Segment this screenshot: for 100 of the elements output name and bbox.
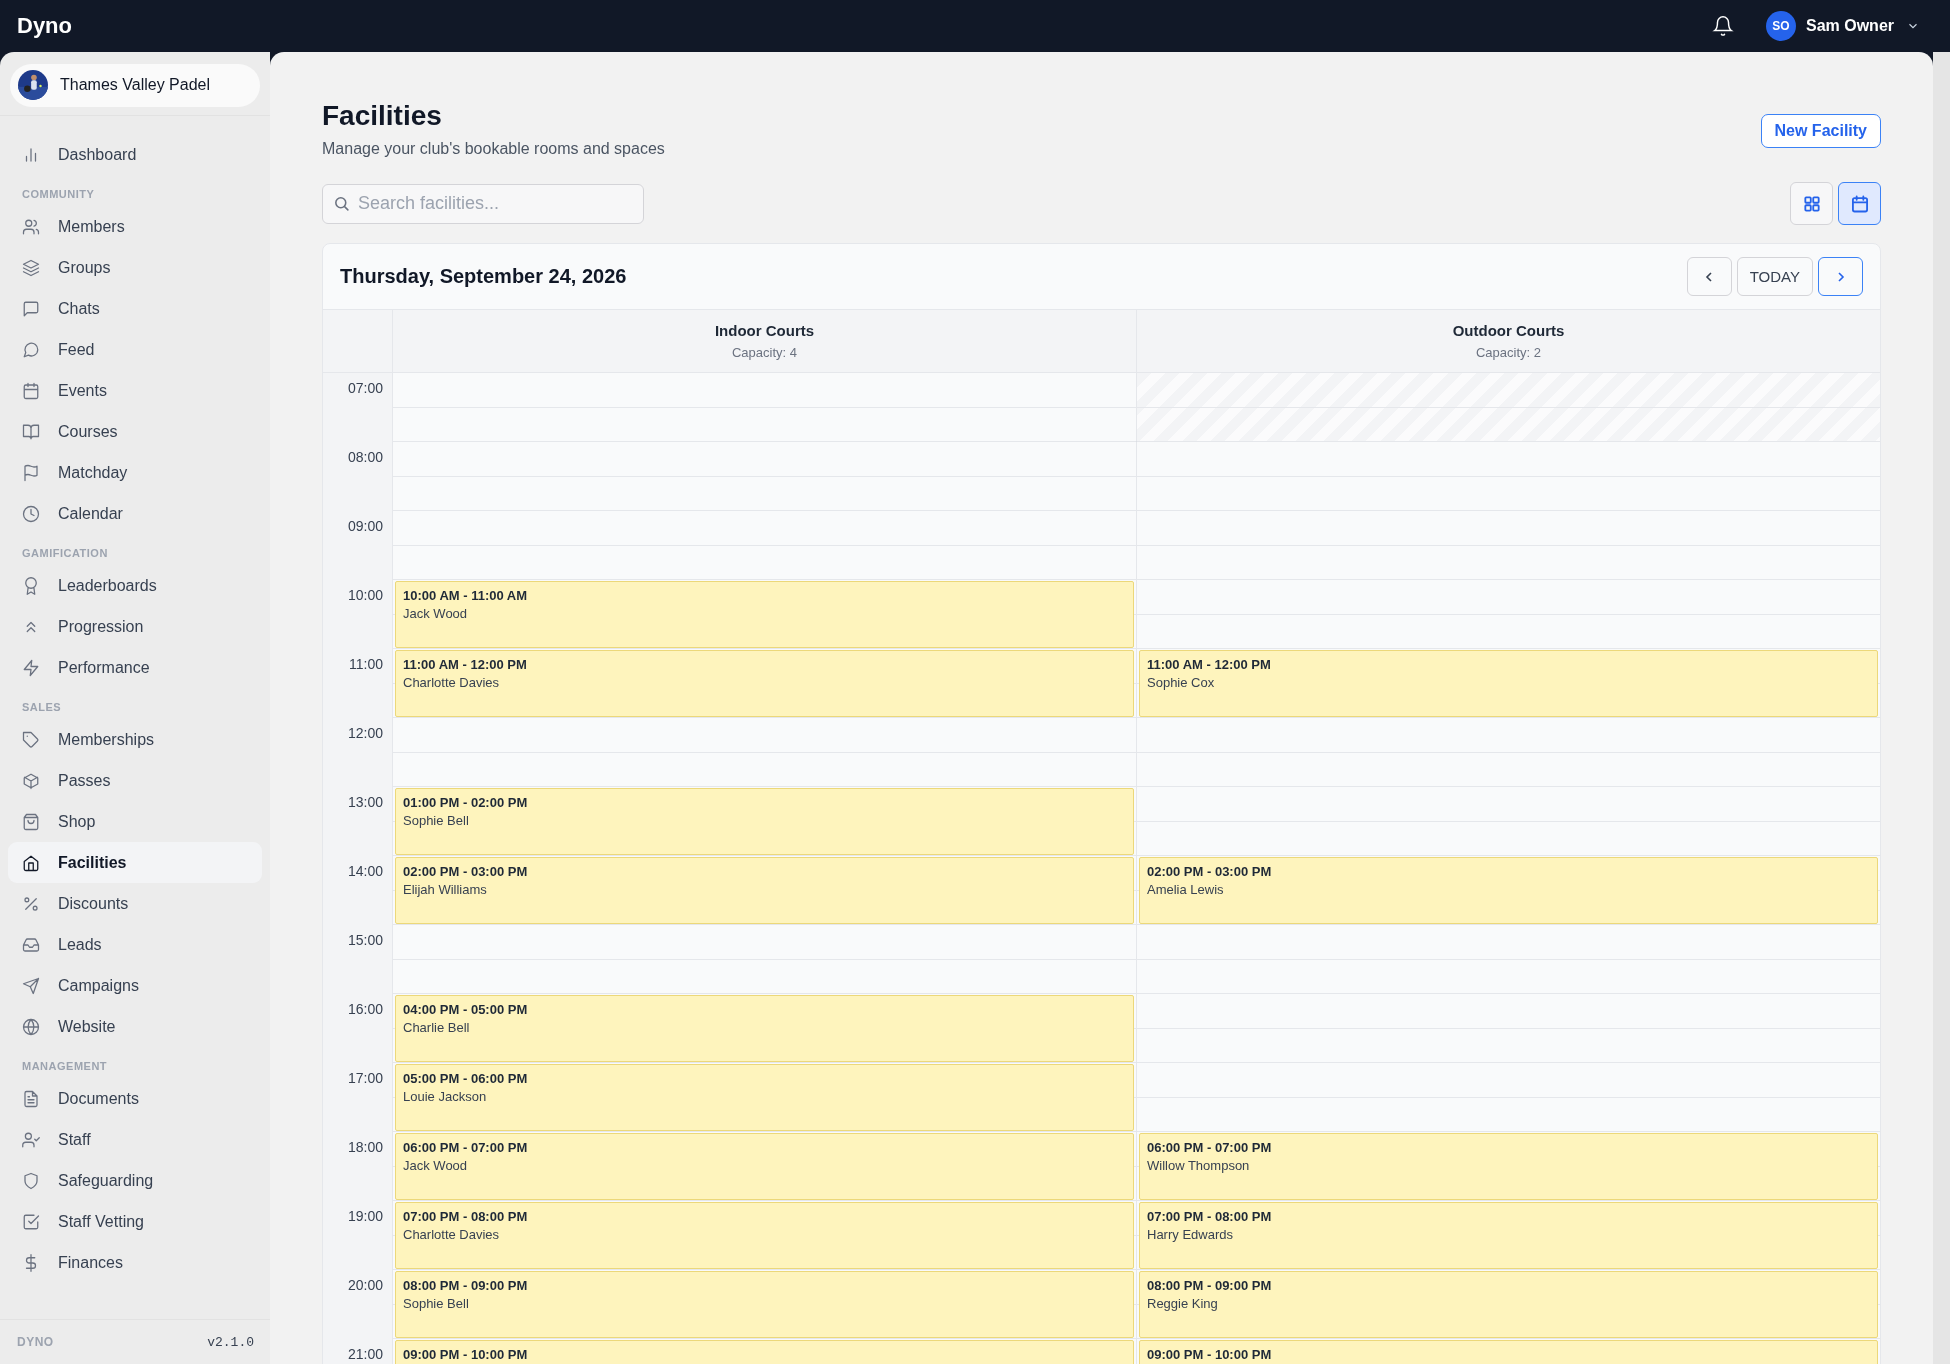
sidebar-item[interactable]: Website <box>8 1006 262 1047</box>
sidebar-item[interactable]: Calendar <box>8 493 262 534</box>
booking-time: 07:00 PM - 08:00 PM <box>1147 1209 1272 1224</box>
time-label: 11:00 <box>323 649 392 718</box>
time-label: 20:00 <box>323 1270 392 1339</box>
booking-member: Reggie King <box>1147 1296 1218 1311</box>
sidebar-item[interactable]: Groups <box>8 247 262 288</box>
time-slot[interactable] <box>392 442 1136 511</box>
booking-member: Willow Thompson <box>1147 1158 1250 1173</box>
notification-bell-icon[interactable] <box>1711 15 1734 37</box>
speech-bubble-icon <box>22 340 40 359</box>
user-avatar[interactable]: SO <box>1765 11 1796 41</box>
sidebar-item[interactable]: Dashboard <box>8 134 262 175</box>
today-button[interactable]: TODAY <box>1736 257 1813 296</box>
booking-member: Amelia Lewis <box>1147 882 1224 897</box>
booking-member: Sophie Bell <box>403 1296 469 1311</box>
booking-member: Sophie Cox <box>1147 675 1215 690</box>
sidebar-item[interactable]: Shop <box>8 801 262 842</box>
time-slot[interactable] <box>1136 787 1880 856</box>
time-label: 15:00 <box>323 925 392 994</box>
calendar-view-button[interactable] <box>1838 182 1881 225</box>
inbox-icon <box>22 935 40 954</box>
tag-icon <box>22 730 40 749</box>
time-slot[interactable] <box>392 718 1136 787</box>
sidebar-item[interactable]: Facilities <box>8 842 262 883</box>
booking-time: 07:00 PM - 08:00 PM <box>403 1209 528 1224</box>
time-slot[interactable] <box>1136 718 1880 787</box>
time-slot[interactable] <box>1136 442 1880 511</box>
time-label: 14:00 <box>323 856 392 925</box>
shopping-bag-icon <box>22 812 40 831</box>
sidebar-item[interactable]: Courses <box>8 411 262 452</box>
booking-member: Sophie Bell <box>403 813 469 828</box>
time-slot[interactable] <box>1136 580 1880 649</box>
organization-switcher[interactable]: Thames Valley Padel <box>10 64 260 107</box>
booking-time: 08:00 PM - 09:00 PM <box>403 1278 528 1293</box>
search-field[interactable]: Search facilities... <box>322 183 644 224</box>
new-facility-button[interactable]: New Facility <box>1760 114 1881 148</box>
sidebar-item[interactable]: Campaigns <box>8 965 262 1006</box>
sidebar-item[interactable]: Feed <box>8 329 262 370</box>
award-icon <box>22 576 40 595</box>
time-slot[interactable] <box>392 925 1136 994</box>
document-icon <box>22 1089 40 1108</box>
sidebar-item[interactable]: Passes <box>8 760 262 801</box>
booking-time: 08:00 PM - 09:00 PM <box>1147 1278 1272 1293</box>
booking-time: 09:00 PM - 10:00 PM <box>403 1347 528 1362</box>
send-icon <box>22 976 40 995</box>
user-check-icon <box>22 1130 40 1149</box>
sidebar-item[interactable]: Matchday <box>8 452 262 493</box>
checkbox-icon <box>22 1212 40 1231</box>
time-label: 09:00 <box>323 511 392 580</box>
sidebar-item[interactable]: Documents <box>8 1078 262 1119</box>
time-label: 18:00 <box>323 1132 392 1201</box>
grid-icon <box>1801 193 1822 214</box>
sidebar-item[interactable]: Safeguarding <box>8 1160 262 1201</box>
sidebar-item[interactable]: Staff Vetting <box>8 1201 262 1242</box>
booking-member: Jack Wood <box>403 1158 468 1173</box>
globe-icon <box>22 1017 40 1036</box>
sidebar-item[interactable]: Progression <box>8 606 262 647</box>
time-slot[interactable] <box>392 373 1136 442</box>
time-slot[interactable] <box>392 511 1136 580</box>
calendar-date: Thursday, September 24, 2026 <box>340 265 627 288</box>
sidebar-item[interactable]: Memberships <box>8 719 262 760</box>
version-label: v2.1.0 <box>207 1334 254 1350</box>
sidebar-item[interactable]: Leads <box>8 924 262 965</box>
previous-day-button[interactable] <box>1686 257 1732 296</box>
time-label: 13:00 <box>323 787 392 856</box>
booking-member: Louie Jackson <box>403 1089 487 1104</box>
booking-time: 02:00 PM - 03:00 PM <box>403 864 528 879</box>
facility-capacity: Capacity: 2 <box>1475 345 1541 360</box>
booking-member: Jack Wood <box>403 606 468 621</box>
user-name[interactable]: Sam Owner <box>1805 17 1894 35</box>
section-heading: COMMUNITY <box>21 187 96 202</box>
sidebar-item[interactable]: Staff <box>8 1119 262 1160</box>
sidebar-item[interactable]: Chats <box>8 288 262 329</box>
booking-time: 10:00 AM - 11:00 AM <box>403 588 528 603</box>
book-icon <box>22 422 40 441</box>
section-heading: MANAGEMENT <box>21 1059 109 1074</box>
booking-time: 01:00 PM - 02:00 PM <box>403 795 528 810</box>
time-slot[interactable] <box>1136 1063 1880 1132</box>
shield-icon <box>22 1171 40 1190</box>
facility-capacity: Capacity: 4 <box>731 345 797 360</box>
time-slot[interactable] <box>1136 925 1880 994</box>
booking-member: Harry Edwards <box>1147 1227 1233 1242</box>
sidebar-item[interactable]: Events <box>8 370 262 411</box>
sidebar-item[interactable]: Members <box>8 206 262 247</box>
booking-time: 06:00 PM - 07:00 PM <box>403 1140 528 1155</box>
sidebar-item[interactable]: Performance <box>8 647 262 688</box>
sidebar-item[interactable]: Finances <box>8 1242 262 1283</box>
sidebar-item[interactable]: Leaderboards <box>8 565 262 606</box>
grid-view-button[interactable] <box>1790 182 1833 225</box>
time-label: 10:00 <box>323 580 392 649</box>
brand-logo[interactable]: Dyno <box>17 13 72 39</box>
time-label: 19:00 <box>323 1201 392 1270</box>
page-subtitle: Manage your club's bookable rooms and spaces <box>322 140 665 158</box>
sidebar-item[interactable]: Discounts <box>8 883 262 924</box>
time-label: 08:00 <box>323 442 392 511</box>
next-day-button[interactable] <box>1818 257 1863 296</box>
search-icon <box>333 195 350 212</box>
clock-icon <box>22 504 40 523</box>
booking-member: Charlotte Davies <box>403 675 500 690</box>
